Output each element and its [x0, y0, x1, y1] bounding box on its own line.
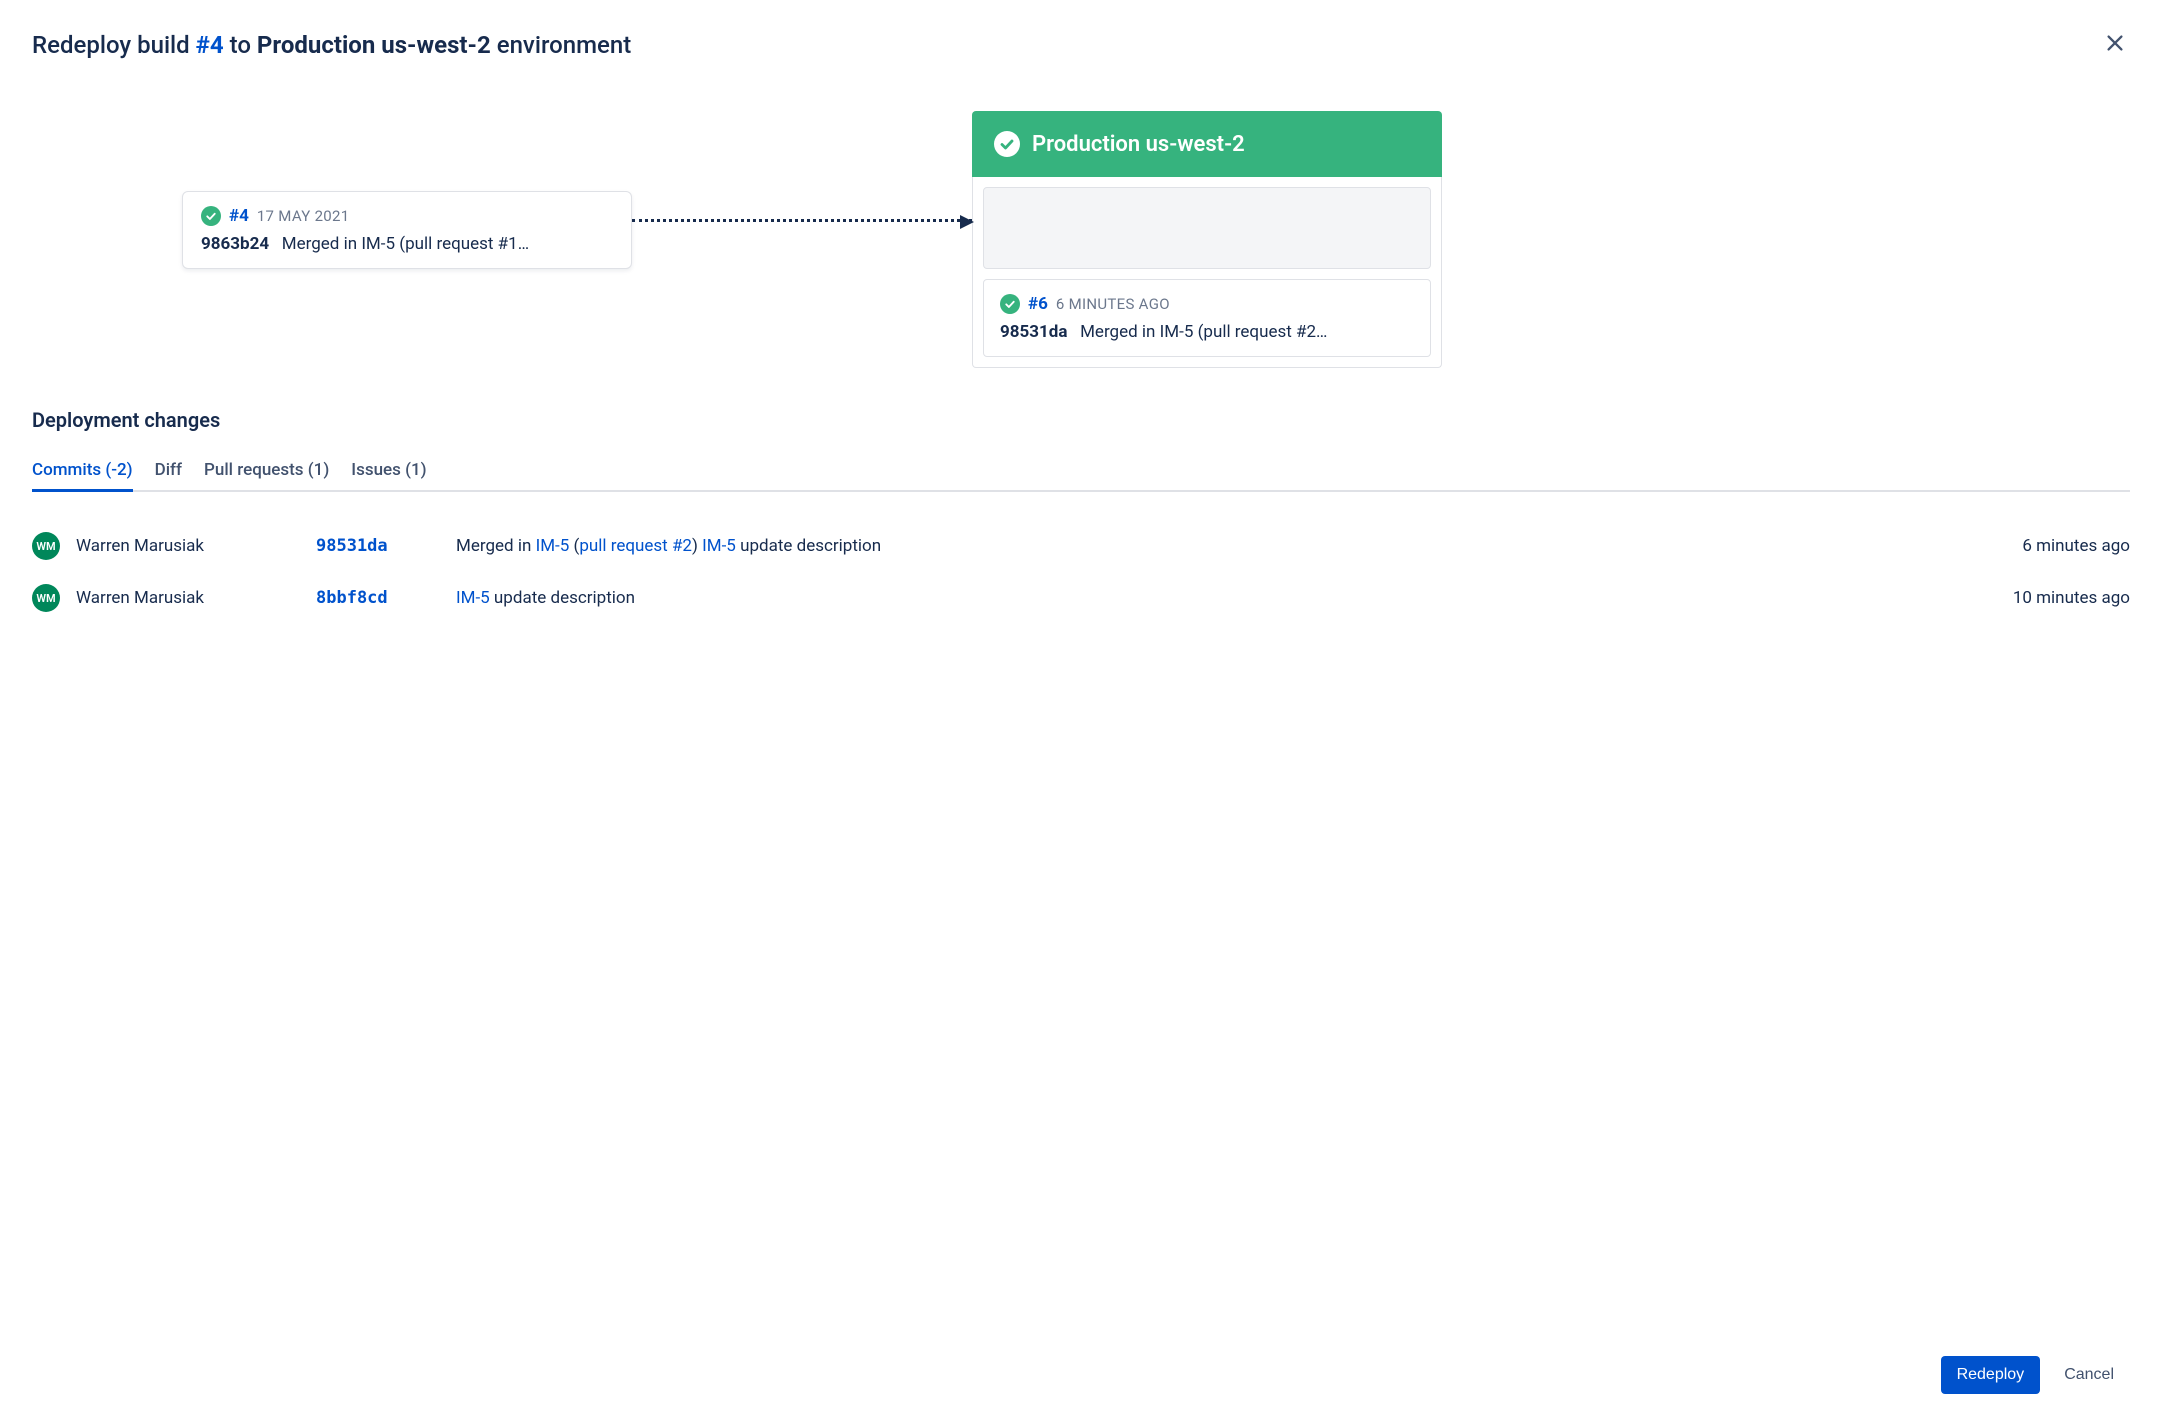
build-link[interactable]: #4 [196, 31, 224, 59]
modal-title: Redeploy build #4 to Production us-west-… [32, 31, 631, 59]
tab-issues[interactable]: Issues (1) [351, 450, 426, 490]
current-commit-message: Merged in IM-5 (pull request #2… [1080, 322, 1327, 342]
section-title: Deployment changes [32, 408, 2130, 432]
redeploy-button[interactable]: Redeploy [1941, 1356, 2041, 1394]
close-button[interactable] [2100, 28, 2130, 61]
drop-target-zone [983, 187, 1431, 269]
source-build-time: 17 MAY 2021 [257, 207, 350, 225]
environment-header: Production us-west-2 [972, 111, 1442, 177]
commit-hash-link[interactable]: 8bbf8cd [316, 588, 456, 608]
commit-hash-link[interactable]: 98531da [316, 536, 456, 556]
environment-name: Production us-west-2 [1032, 132, 1245, 157]
current-build-card: #6 6 MINUTES AGO 98531da Merged in IM-5 … [983, 279, 1431, 357]
commit-message: IM-5 update description [456, 588, 1960, 608]
tab-pull-requests[interactable]: Pull requests (1) [204, 450, 329, 490]
close-icon [2104, 42, 2126, 57]
tab-commits[interactable]: Commits (-2) [32, 450, 133, 490]
avatar: WM [32, 532, 60, 560]
commit-row: WM Warren Marusiak 8bbf8cd IM-5 update d… [32, 572, 2130, 624]
source-commit-message: Merged in IM-5 (pull request #1… [282, 234, 529, 254]
arrow-icon [632, 219, 972, 222]
tab-diff[interactable]: Diff [155, 450, 182, 490]
success-icon [201, 206, 221, 226]
source-build-card: #4 17 MAY 2021 9863b24 Merged in IM-5 (p… [182, 191, 632, 269]
tabs: Commits (-2) Diff Pull requests (1) Issu… [32, 450, 2130, 492]
source-build-number[interactable]: #4 [229, 206, 249, 226]
pr-link[interactable]: pull request #2 [579, 536, 692, 556]
current-build-number[interactable]: #6 [1028, 294, 1048, 314]
commit-time: 6 minutes ago [1960, 536, 2130, 556]
current-commit-hash: 98531da [1000, 322, 1067, 342]
commit-time: 10 minutes ago [1960, 588, 2130, 608]
issue-link[interactable]: IM-5 [456, 588, 490, 608]
commit-author: Warren Marusiak [76, 536, 316, 556]
commit-row: WM Warren Marusiak 98531da Merged in IM-… [32, 520, 2130, 572]
issue-link[interactable]: IM-5 [536, 536, 570, 556]
commit-message: Merged in IM-5 (pull request #2) IM-5 up… [456, 536, 1960, 556]
commits-list: WM Warren Marusiak 98531da Merged in IM-… [32, 520, 2130, 624]
deployment-flow: #4 17 MAY 2021 9863b24 Merged in IM-5 (p… [32, 111, 2130, 368]
current-build-time: 6 MINUTES AGO [1056, 295, 1170, 313]
success-icon [994, 131, 1020, 157]
success-icon [1000, 294, 1020, 314]
issue-link[interactable]: IM-5 [702, 536, 736, 556]
avatar: WM [32, 584, 60, 612]
source-commit-hash: 9863b24 [201, 234, 269, 254]
cancel-button[interactable]: Cancel [2048, 1356, 2130, 1394]
commit-author: Warren Marusiak [76, 588, 316, 608]
